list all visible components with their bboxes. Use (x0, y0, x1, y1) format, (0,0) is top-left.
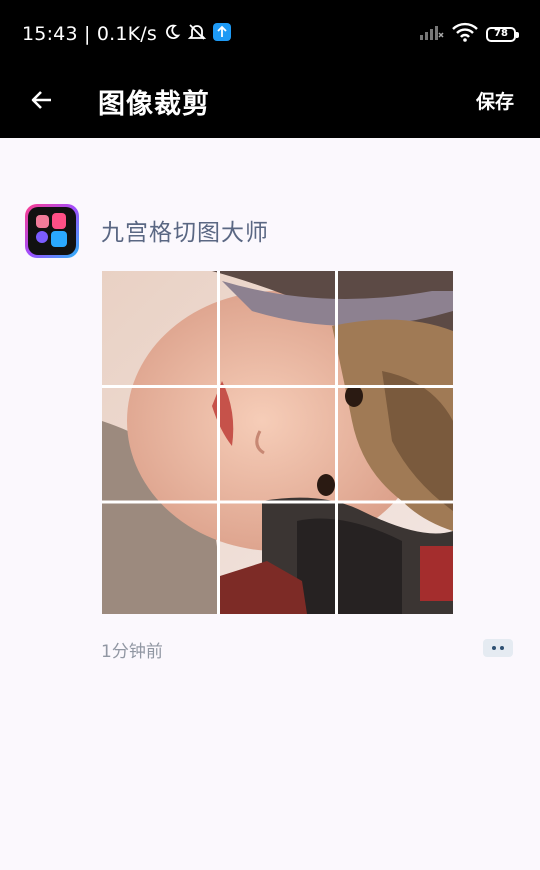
back-button[interactable] (24, 84, 60, 120)
grid-app-icon[interactable] (25, 204, 79, 258)
moon-icon (163, 23, 181, 45)
bell-off-icon (187, 22, 207, 46)
status-time-speed: 15:43 | 0.1K/s (22, 23, 158, 45)
wifi-icon (452, 22, 478, 46)
app-name[interactable]: 九宫格切图大师 (101, 213, 269, 247)
signal-icon (420, 24, 444, 44)
post-timestamp: 1分钟前 (101, 642, 163, 662)
status-bar: 15:43 | 0.1K/s 78 (0, 0, 540, 66)
more-dots-icon[interactable] (483, 639, 513, 657)
app-bar: 图像裁剪 保存 (0, 66, 540, 138)
save-button[interactable]: 保存 (476, 87, 514, 114)
battery-level: 78 (494, 28, 508, 39)
page-title: 图像裁剪 (98, 89, 210, 120)
battery-icon: 78 (486, 26, 519, 42)
arrow-left-icon (31, 89, 53, 115)
cropped-photo-grid[interactable] (102, 271, 453, 614)
upload-app-icon (213, 23, 232, 45)
